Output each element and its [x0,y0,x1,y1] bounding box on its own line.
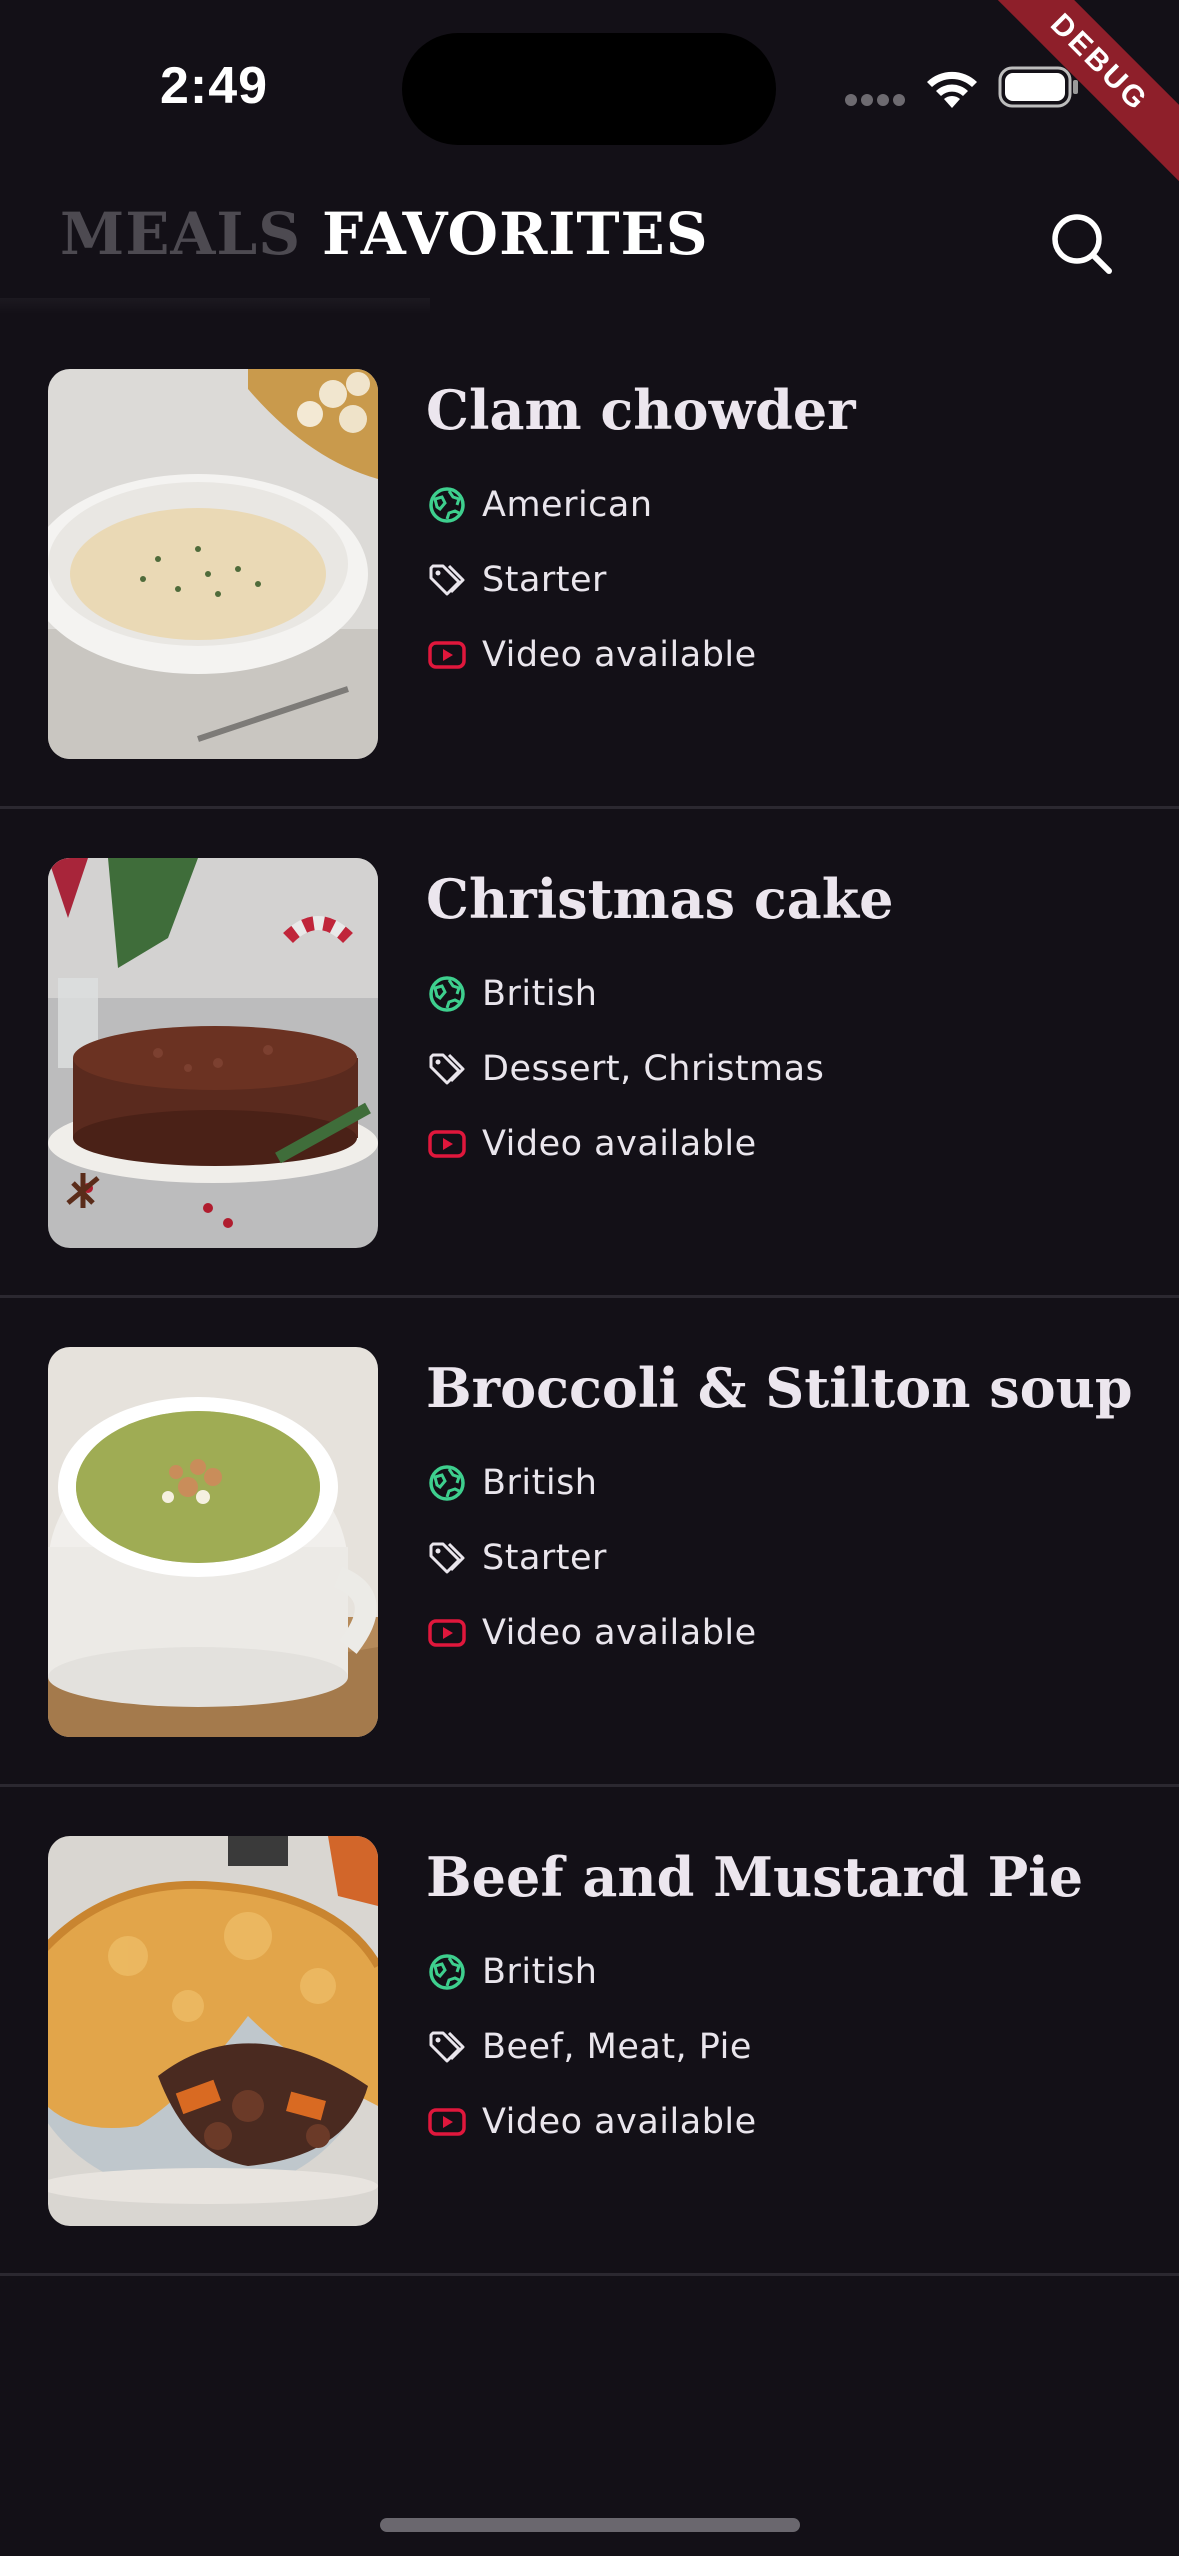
meal-area-label: British [482,1952,598,1992]
tab-bar-shadow [0,298,430,314]
tag-icon [426,1537,468,1579]
meal-tags: Starter [426,1533,607,1583]
meal-tags: Starter [426,555,607,605]
meal-area-label: British [482,1463,598,1503]
meal-title: Christmas cake [426,867,894,931]
meal-item-clam-chowder[interactable]: Clam chowder American Starter Video avai… [0,320,1179,809]
area-icon [426,1462,468,1504]
meal-area: American [426,480,653,530]
meal-item-beef-and-mustard-pie[interactable]: Beef and Mustard Pie British Beef, Meat,… [0,1787,1179,2276]
favorites-list: Clam chowder American Starter Video avai… [0,320,1179,2276]
area-icon [426,484,468,526]
status-time: 2:49 [160,57,269,115]
meal-video: Video available [426,1119,757,1169]
wifi-icon [927,71,977,108]
tab-meals[interactable]: MEALS [60,200,301,268]
meal-tags-label: Beef, Meat, Pie [482,2027,752,2067]
meal-image [48,1836,378,2226]
tag-icon [426,1048,468,1090]
video-icon [426,1612,468,1654]
cellular-signal-icon [845,94,907,108]
video-icon [426,1123,468,1165]
meal-video-label: Video available [482,1613,757,1653]
meal-area: British [426,1458,598,1508]
meal-item-broccoli-stilton-soup[interactable]: Broccoli & Stilton soup British Starter … [0,1298,1179,1787]
status-bar: 2:49 DEBUG [0,0,1179,189]
meal-video-label: Video available [482,2102,757,2142]
meal-title: Clam chowder [426,378,856,442]
search-icon [1052,214,1112,274]
meal-video: Video available [426,630,757,680]
meal-tags-label: Dessert, Christmas [482,1049,825,1089]
tag-icon [426,559,468,601]
meal-image [48,1347,378,1737]
meal-image [48,858,378,1248]
video-icon [426,2101,468,2143]
meal-tags: Dessert, Christmas [426,1044,824,1094]
meal-title: Broccoli & Stilton soup [426,1356,1133,1420]
meal-area-label: American [482,485,653,525]
tab-favorites[interactable]: FAVORITES [322,200,709,268]
search-button[interactable] [1040,202,1124,286]
meal-area: British [426,969,598,1019]
meal-video: Video available [426,2097,757,2147]
tag-icon [426,2026,468,2068]
meal-image [48,369,378,759]
area-icon [426,1951,468,1993]
meal-area: British [426,1947,598,1997]
meal-area-label: British [482,974,598,1014]
meal-tags: Beef, Meat, Pie [426,2022,752,2072]
meal-video-label: Video available [482,1124,757,1164]
meal-tags-label: Starter [482,1538,607,1578]
meal-video-label: Video available [482,635,757,675]
dynamic-island [402,33,776,145]
meal-title: Beef and Mustard Pie [426,1845,1084,1909]
video-icon [426,634,468,676]
battery-icon [998,66,1078,108]
meal-item-christmas-cake[interactable]: Christmas cake British Dessert, Christma… [0,809,1179,1298]
meal-tags-label: Starter [482,560,607,600]
app-header: MEALS FAVORITES [0,170,1179,320]
area-icon [426,973,468,1015]
home-indicator[interactable] [380,2518,800,2532]
meal-video: Video available [426,1608,757,1658]
